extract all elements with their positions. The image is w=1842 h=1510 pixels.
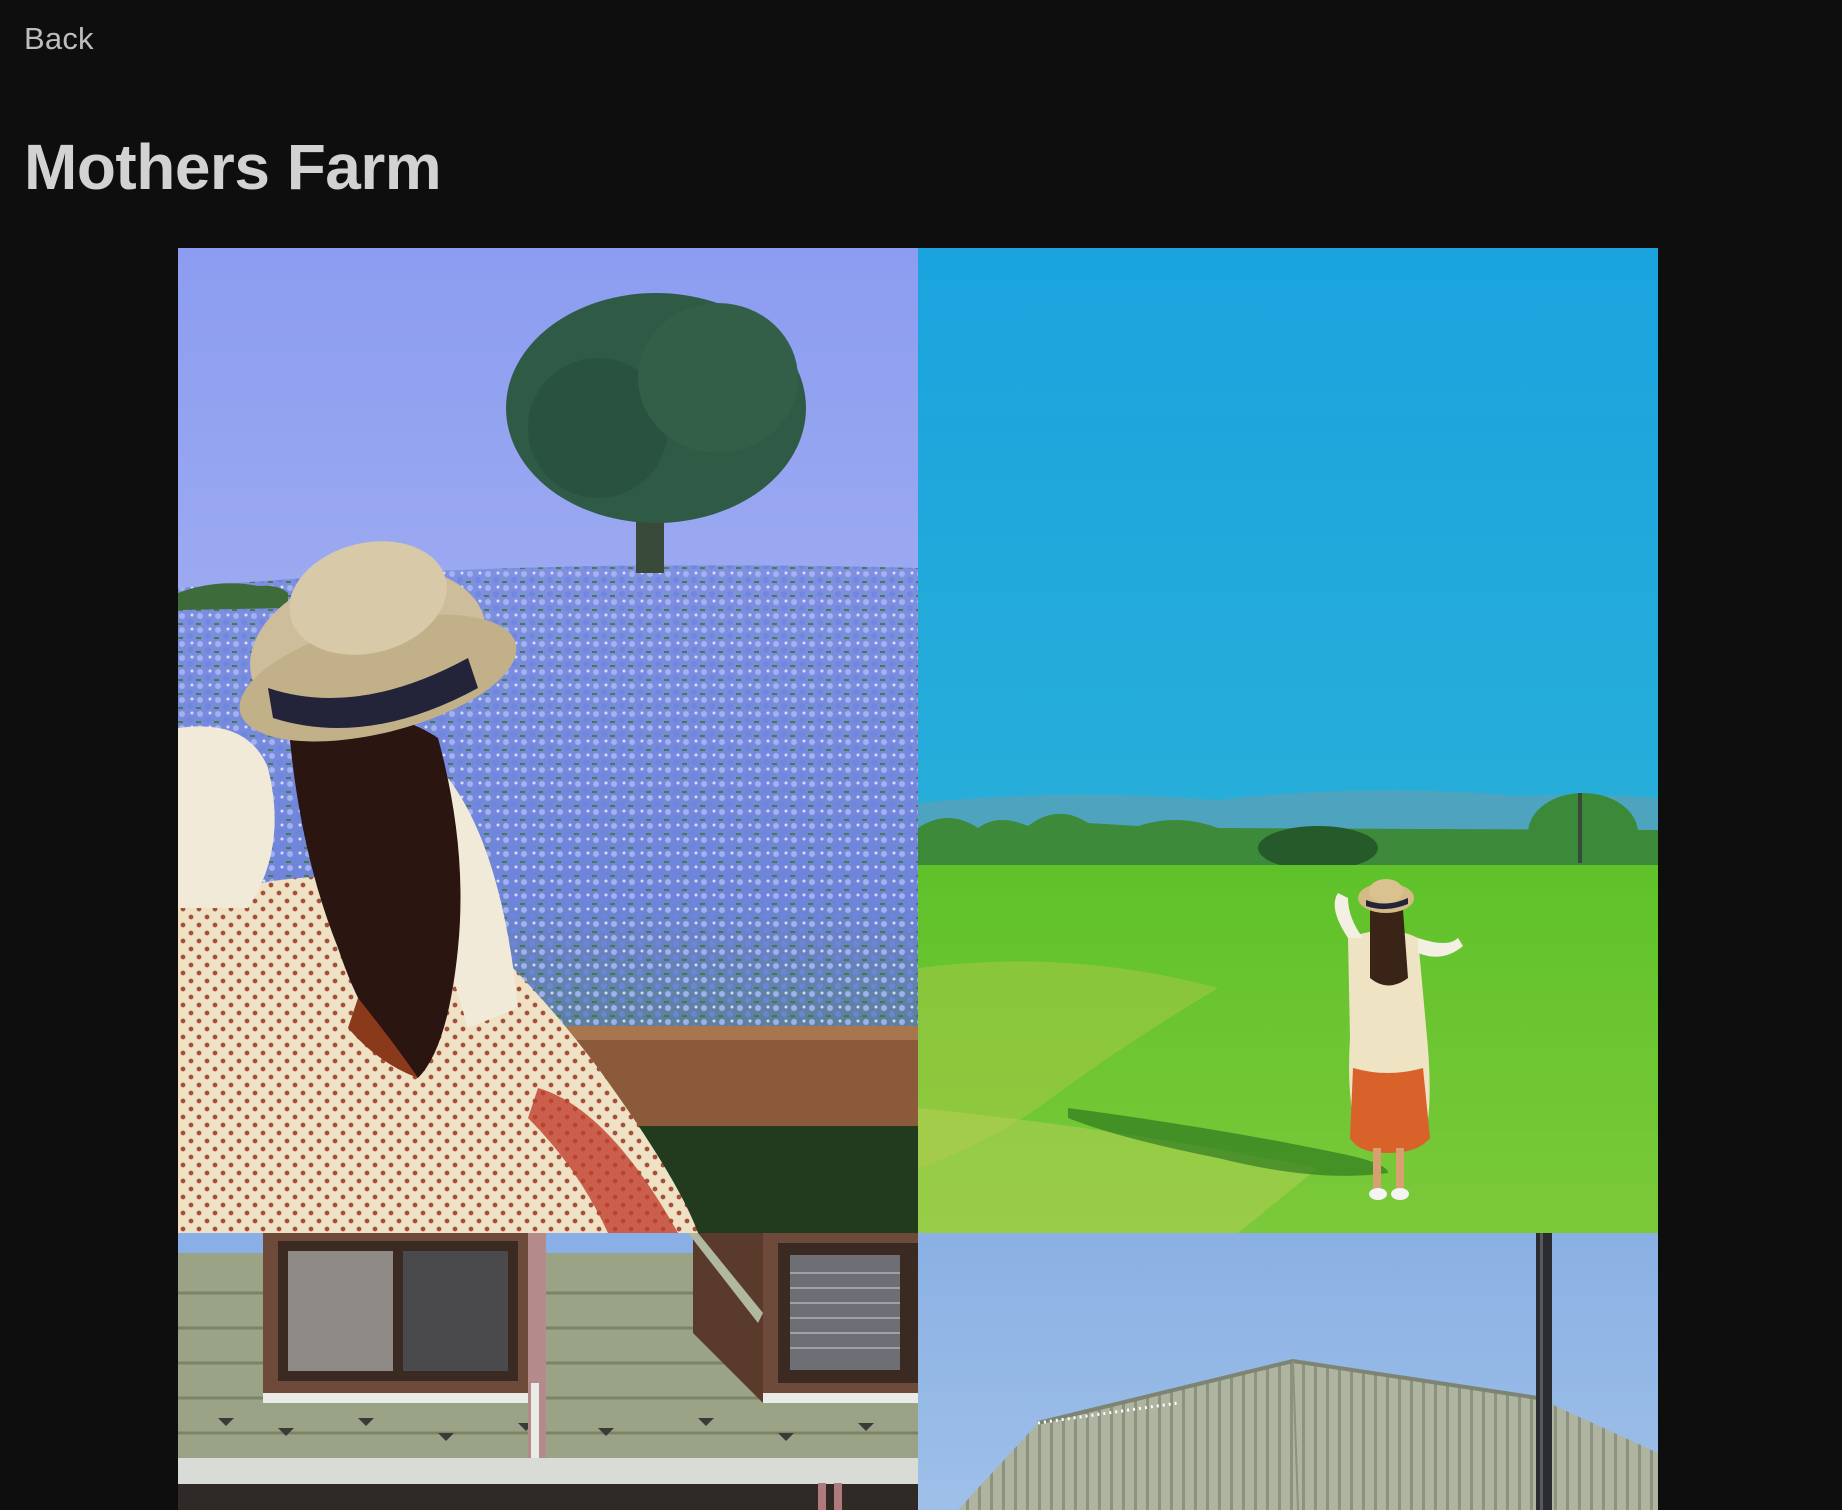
photo-woman-green-field[interactable] xyxy=(918,248,1658,1233)
photo-barn-roof-sky-image xyxy=(918,1233,1658,1510)
back-link[interactable]: Back xyxy=(24,21,94,57)
top-navigation: Back xyxy=(24,18,94,60)
photo-roof-dormer-windows-image xyxy=(178,1233,918,1510)
photo-roof-dormer-windows[interactable] xyxy=(178,1233,918,1510)
photo-grid xyxy=(178,248,1658,1510)
photo-woman-hat-flower-field-image xyxy=(178,248,918,1233)
photo-barn-roof-sky[interactable] xyxy=(918,1233,1658,1510)
photo-woman-green-field-image xyxy=(918,248,1658,1233)
album-title: Mothers Farm xyxy=(24,131,442,203)
photo-woman-hat-flower-field[interactable] xyxy=(178,248,918,1233)
